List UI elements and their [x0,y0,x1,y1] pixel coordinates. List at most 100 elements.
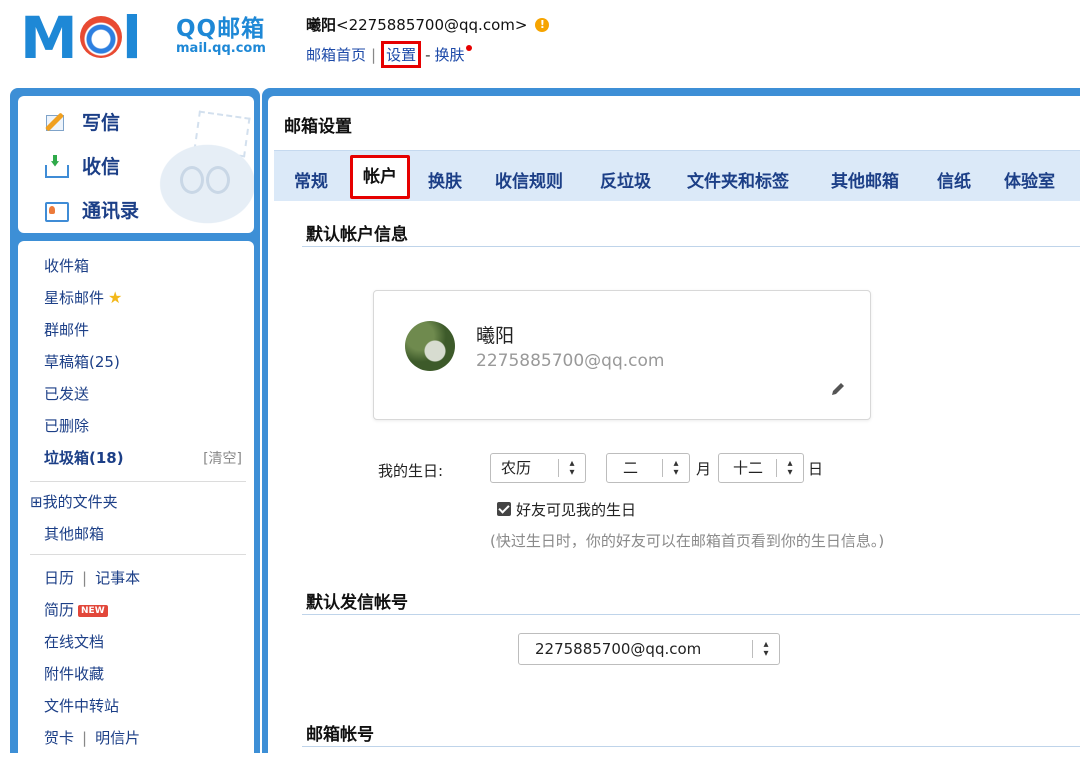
birth-month-value: 二 [623,459,639,477]
resume-label: 简历 [44,601,75,619]
folder-spam[interactable]: 垃圾箱(18) [44,447,124,468]
nav-dash: - [425,45,431,64]
page-title: 邮箱设置 [284,117,352,137]
user-box: 曦阳 <2275885700@qq.com> ! 邮箱首页 | 设置 - 换肤 [306,14,550,68]
tab-other-mail[interactable]: 其他邮箱 [831,167,899,192]
default-sender-select[interactable]: 2275885700@qq.com ▴ ▾ [518,633,780,665]
pipe-separator: | [82,729,88,747]
postcards-link[interactable]: 明信片 [95,729,140,747]
select-arrows-icon: ▴ ▾ [558,459,585,478]
header: M l QQ邮箱 mail.qq.com 曦阳 <2275885700@qq.c… [0,0,1080,90]
tab-labs[interactable]: 体验室 [1004,167,1055,192]
birth-day-select[interactable]: 十二 ▴ ▾ [718,453,804,483]
folder-deleted[interactable]: 已删除 [44,415,89,436]
logo-cn: QQ邮箱 [176,16,266,42]
inbox-receive-icon [44,155,69,178]
receive-label: 收信 [82,156,121,178]
default-sender-value: 2275885700@qq.com [535,640,702,658]
folder-list: 收件箱 星标邮件 ★ 群邮件 草稿箱(25) 已发送 已删除 垃圾箱(18) [清… [18,241,254,761]
tab-receive-rules[interactable]: 收信规则 [495,167,563,192]
logo-mark: M l [20,4,142,72]
edit-pencil-icon[interactable] [830,381,846,397]
birth-day-value: 十二 [733,459,764,477]
compose-button[interactable]: 写信 [44,108,120,135]
notes-link[interactable]: 记事本 [95,569,140,587]
penguin-decoration-icon [158,134,254,233]
settings-link[interactable]: 设置 [381,41,422,68]
folder-sent[interactable]: 已发送 [44,383,89,404]
resume-link[interactable]: 简历 NEW [44,599,108,620]
birthday-visible-label: 好友可见我的生日 [516,501,637,519]
sidebar: 写信 收信 通讯录 收件箱 星标邮件 ★ 群邮件 草稿箱(25) 已发送 已删除 … [10,88,260,761]
select-arrows-icon: ▴ ▾ [776,459,803,478]
tab-folders-labels[interactable]: 文件夹和标签 [687,167,789,192]
contacts-button[interactable]: 通讯录 [44,196,139,223]
home-link[interactable]: 邮箱首页 [306,44,366,65]
command-box: 写信 收信 通讯录 [18,96,254,233]
day-unit: 日 [808,460,824,478]
docs-link[interactable]: 在线文档 [44,631,104,652]
star-icon: ★ [108,288,123,307]
section-divider [302,746,1080,747]
new-badge: NEW [78,605,108,617]
receive-button[interactable]: 收信 [44,152,120,179]
profile-name: 曦阳 [476,325,515,347]
user-line: 曦阳 <2275885700@qq.com> ! [306,14,550,35]
select-arrows-icon: ▴ ▾ [662,459,689,478]
top-nav: 邮箱首页 | 设置 - 换肤 [306,41,549,68]
cards-link[interactable]: 贺卡 [44,729,74,747]
folder-starred[interactable]: 星标邮件 ★ [44,287,122,308]
notification-dot-icon [465,44,472,51]
pipe-separator: | [82,569,88,587]
skin-link[interactable]: 换肤 [435,44,465,65]
warning-icon[interactable]: ! [535,17,550,32]
tools-row-2: 贺卡 | 明信片 [44,727,140,748]
settings-panel: 邮箱设置 常规 帐户 换肤 收信规则 反垃圾 文件夹和标签 其他邮箱 信纸 体验… [268,96,1080,753]
folder-starred-label: 星标邮件 [44,289,105,307]
logo-en: mail.qq.com [176,41,266,56]
tab-antispam[interactable]: 反垃圾 [600,167,651,192]
main-panel: 邮箱设置 常规 帐户 换肤 收信规则 反垃圾 文件夹和标签 其他邮箱 信纸 体验… [262,88,1080,753]
section-divider [302,246,1080,247]
spam-clear-link[interactable]: [清空] [203,448,242,468]
settings-tabs: 常规 帐户 换肤 收信规则 反垃圾 文件夹和标签 其他邮箱 信纸 体验室 [274,150,1080,201]
section-default-account: 默认帐户信息 [306,225,408,245]
profile-email: 2275885700@qq.com [476,351,665,371]
compose-icon [44,111,68,133]
select-arrows-icon: ▴ ▾ [752,640,779,659]
folder-divider [30,554,246,555]
month-unit: 月 [696,460,712,478]
logo-text: QQ邮箱 mail.qq.com [176,16,266,56]
birth-month-select[interactable]: 二 ▴ ▾ [606,453,690,483]
profile-card: 曦阳 2275885700@qq.com [373,290,871,420]
qqmail-logo[interactable]: M l QQ邮箱 mail.qq.com [18,4,266,72]
folder-group[interactable]: 群邮件 [44,319,89,340]
folder-inbox[interactable]: 收件箱 [44,255,89,276]
calendar-link[interactable]: 日历 [44,569,74,587]
tab-account[interactable]: 帐户 [350,155,410,199]
section-default-sender: 默认发信帐号 [306,593,408,613]
folder-drafts[interactable]: 草稿箱(25) [44,351,120,372]
folder-divider [30,481,246,482]
birthday-note: (快过生日时，你的好友可以在邮箱首页看到你的生日信息。) [490,532,885,550]
contacts-label: 通讯录 [82,200,140,222]
tools-row-1: 日历 | 记事本 [44,567,140,588]
my-folders-toggle[interactable]: ⊞我的文件夹 [30,491,118,512]
tab-skin[interactable]: 换肤 [428,167,462,192]
calendar-type-select[interactable]: 农历 ▴ ▾ [490,453,586,483]
tab-general[interactable]: 常规 [294,167,328,192]
transfer-link[interactable]: 文件中转站 [44,695,119,716]
user-email: <2275885700@qq.com> [336,15,528,34]
avatar[interactable] [405,321,455,371]
birthday-visible-checkbox[interactable] [497,502,511,516]
section-mail-accounts: 邮箱帐号 [306,725,374,745]
attachments-link[interactable]: 附件收藏 [44,663,104,684]
tab-stationery[interactable]: 信纸 [937,167,971,192]
folder-other-mail[interactable]: 其他邮箱 [44,523,104,544]
user-name: 曦阳 [306,16,337,34]
section-divider [302,614,1080,615]
compose-label: 写信 [82,112,121,134]
birthday-label: 我的生日: [378,462,444,480]
calendar-type-value: 农历 [501,459,532,477]
contacts-icon [44,199,69,222]
